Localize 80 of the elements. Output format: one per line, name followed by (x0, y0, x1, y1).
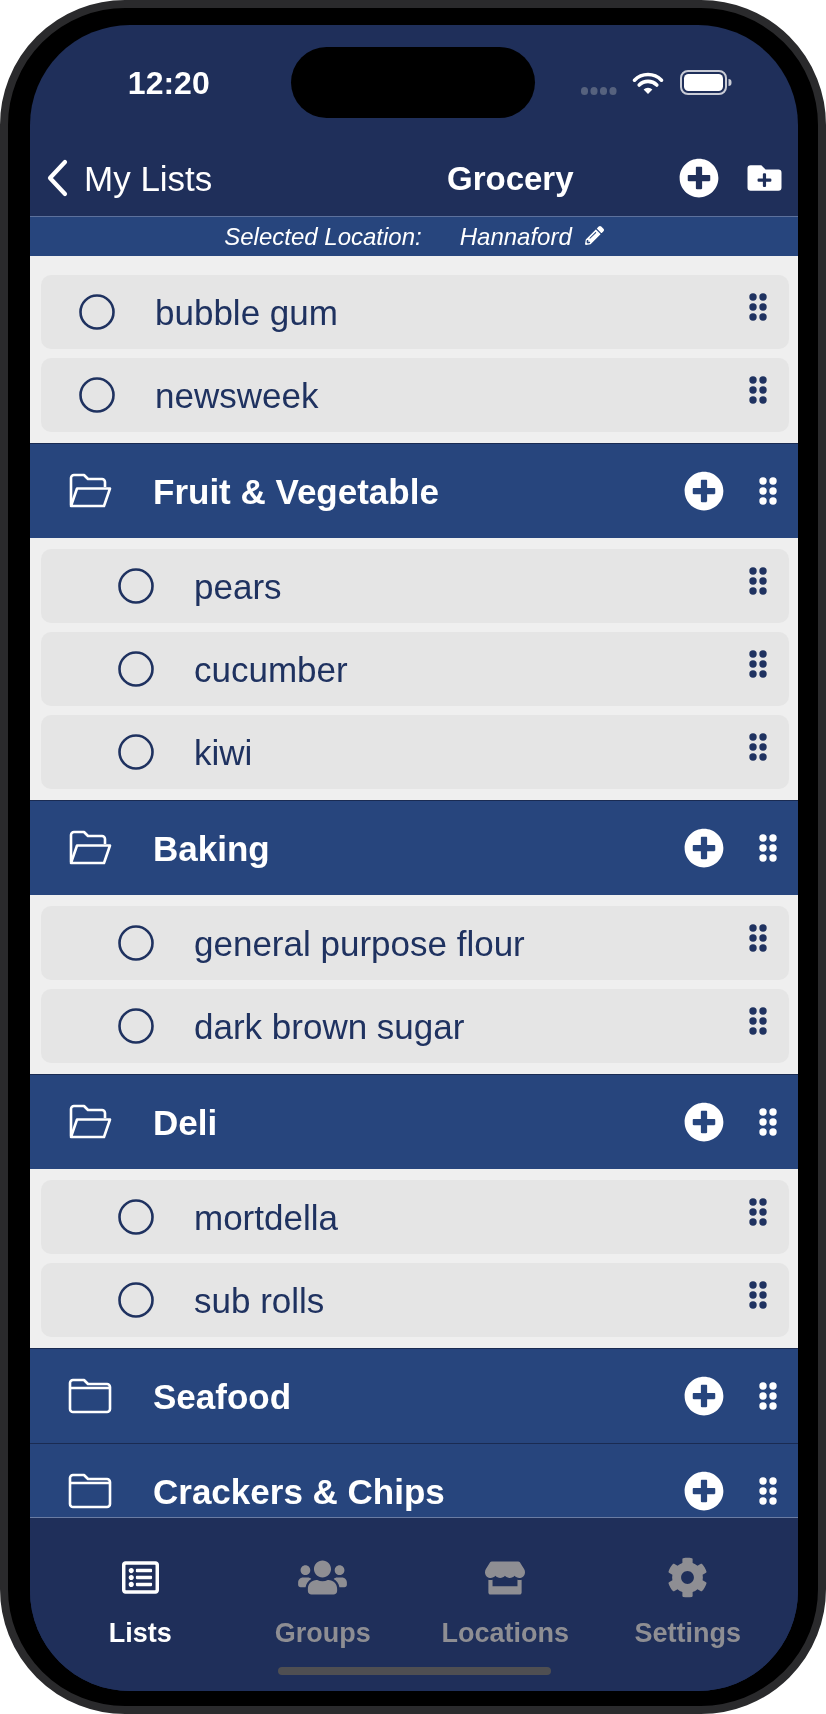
add-item-icon[interactable] (684, 1471, 724, 1511)
drag-handle-icon[interactable] (759, 834, 777, 862)
category-header[interactable]: Fruit & Vegetable (30, 443, 798, 538)
list-item-card[interactable]: pears (41, 549, 789, 623)
wifi-icon (630, 70, 665, 95)
drag-handle-icon[interactable] (749, 567, 767, 595)
drag-handle-icon[interactable] (749, 924, 767, 952)
location-button[interactable]: Hannaford (459, 224, 604, 249)
pencil-icon (584, 225, 604, 245)
screen-title: Grocery (447, 161, 574, 195)
drag-handle-icon[interactable] (749, 733, 767, 761)
empty-circle-icon[interactable] (118, 1008, 154, 1044)
drag-handle-icon[interactable] (759, 1382, 777, 1410)
item-name: general purpose flour (194, 925, 525, 961)
folder-icon[interactable] (68, 1473, 112, 1509)
add-item-icon[interactable] (684, 471, 724, 511)
drag-handle-icon[interactable] (749, 1007, 767, 1035)
empty-circle-icon[interactable] (118, 568, 154, 604)
list-item-card[interactable]: kiwi (41, 715, 789, 789)
drag-handle-icon[interactable] (749, 293, 767, 321)
gear-icon (667, 1557, 709, 1598)
item-name: bubble gum (155, 294, 338, 330)
item-name: dark brown sugar (194, 1008, 465, 1044)
open-folder-icon[interactable] (68, 473, 112, 509)
add-item-icon[interactable] (684, 1376, 724, 1416)
drag-handle-icon[interactable] (749, 1198, 767, 1226)
item-name: mortdella (194, 1199, 338, 1235)
category-name: Deli (153, 1104, 218, 1140)
drag-handle-icon[interactable] (749, 376, 767, 404)
open-folder-icon[interactable] (68, 1104, 112, 1140)
empty-circle-icon[interactable] (118, 925, 154, 961)
list-item-card[interactable]: mortdella (41, 1180, 789, 1254)
category-name: Baking (153, 830, 270, 866)
item-name: sub rolls (194, 1282, 325, 1318)
category-header[interactable]: Seafood (30, 1348, 798, 1443)
drag-handle-icon[interactable] (749, 650, 767, 678)
users-icon (298, 1558, 348, 1597)
tab[interactable]: Locations (414, 1557, 597, 1647)
signal-dots-icon (580, 86, 617, 95)
list-item-card[interactable]: general purpose flour (41, 906, 789, 980)
empty-circle-icon[interactable] (118, 1282, 154, 1318)
list-item-card[interactable]: dark brown sugar (41, 989, 789, 1063)
item-name: cucumber (194, 651, 348, 687)
category-header[interactable]: Crackers & Chips (30, 1443, 798, 1517)
list-item-card[interactable]: bubble gum (41, 275, 789, 349)
store-icon (485, 1559, 526, 1596)
tab[interactable]: Lists (49, 1557, 232, 1647)
list-item-card[interactable]: cucumber (41, 632, 789, 706)
item-name: pears (194, 568, 282, 604)
empty-circle-icon[interactable] (79, 294, 115, 330)
category-header[interactable]: Baking (30, 800, 798, 895)
empty-circle-icon[interactable] (118, 1199, 154, 1235)
item-name: newsweek (155, 377, 319, 413)
drag-handle-icon[interactable] (759, 1108, 777, 1136)
battery-icon (679, 70, 732, 95)
empty-circle-icon[interactable] (79, 377, 115, 413)
item-name: kiwi (194, 734, 253, 770)
add-item-icon[interactable] (679, 158, 719, 198)
list-icon (121, 1559, 159, 1596)
tab[interactable]: Groups (231, 1557, 414, 1647)
list-item-card[interactable]: newsweek (41, 358, 789, 432)
back-button[interactable]: My Lists (47, 159, 213, 197)
drag-handle-icon[interactable] (759, 1477, 777, 1505)
add-item-icon[interactable] (684, 1102, 724, 1142)
add-item-icon[interactable] (684, 828, 724, 868)
category-name: Crackers & Chips (153, 1473, 445, 1509)
location-label: Selected Location: (224, 224, 422, 249)
category-name: Fruit & Vegetable (153, 473, 439, 509)
folder-icon[interactable] (68, 1378, 112, 1414)
list-item-card[interactable]: sub rolls (41, 1263, 789, 1337)
open-folder-icon[interactable] (68, 830, 112, 866)
drag-handle-icon[interactable] (749, 1281, 767, 1309)
empty-circle-icon[interactable] (118, 734, 154, 770)
category-header[interactable]: Deli (30, 1074, 798, 1169)
tab[interactable]: Settings (596, 1557, 779, 1647)
empty-circle-icon[interactable] (118, 651, 154, 687)
drag-handle-icon[interactable] (759, 477, 777, 505)
chevron-left-icon (47, 159, 68, 197)
category-name: Seafood (153, 1378, 292, 1414)
status-time: 12:20 (127, 66, 210, 99)
